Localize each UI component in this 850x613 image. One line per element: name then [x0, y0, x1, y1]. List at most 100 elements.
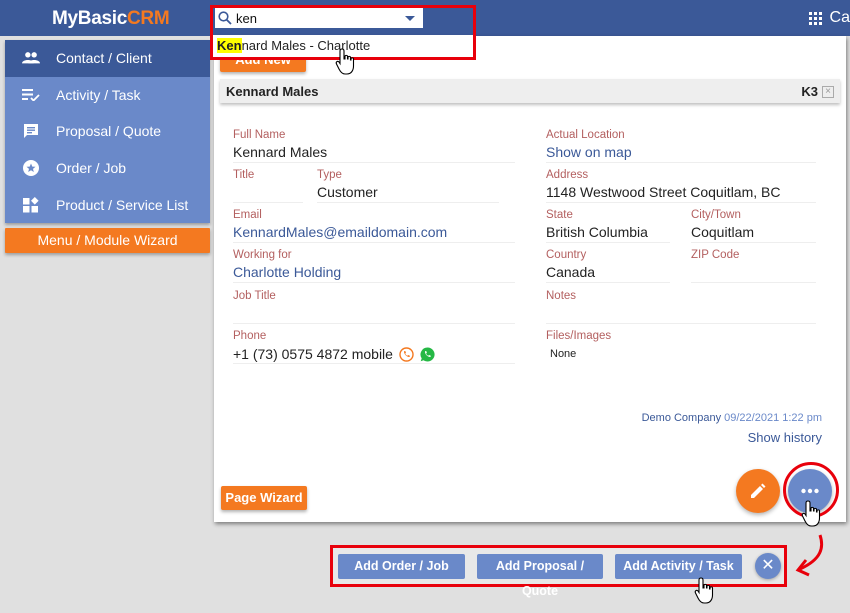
show-on-map-link[interactable]: Show on map [546, 144, 816, 163]
search-field[interactable] [215, 8, 423, 28]
search-result-item[interactable]: Kennard Males - Charlotte [213, 35, 475, 59]
pencil-icon [751, 483, 766, 498]
apps-label: Ca [829, 9, 850, 26]
field-value: British Columbia [546, 224, 670, 243]
add-activity-task-button[interactable]: Add Activity / Task [615, 554, 742, 579]
people-icon [22, 49, 40, 67]
contact-detail-card: Add New Kennard Males K3 × Full Name Ken… [214, 36, 846, 522]
field-address: Address 1148 Westwood Street Coquitlam, … [546, 169, 816, 203]
sidebar-item-label: Product / Service List [56, 196, 189, 213]
sidebar: Contact / Client Activity / Task Proposa… [5, 40, 210, 223]
sidebar-item-activity-task[interactable]: Activity / Task [5, 77, 210, 114]
sidebar-item-product-service-list[interactable]: Product / Service List [5, 186, 210, 223]
field-zip: ZIP Code [691, 249, 816, 283]
close-icon[interactable]: × [822, 85, 834, 98]
field-email: Email KennardMales@emaildomain.com [233, 209, 515, 243]
record-title: Kennard Males [226, 84, 319, 99]
field-city: City/Town Coquitlam [691, 209, 816, 243]
company-link[interactable]: Charlotte Holding [233, 264, 515, 283]
chevron-down-icon[interactable] [405, 16, 415, 21]
field-label: Files/Images [546, 330, 612, 342]
search-result-text: nard Males - Charlotte [241, 38, 371, 53]
field-state: State British Columbia [546, 209, 670, 243]
field-job-title: Job Title [233, 290, 515, 324]
record-code: K3 [801, 84, 818, 99]
field-country: Country Canada [546, 249, 670, 283]
star-circle-icon [22, 159, 40, 177]
meta-company: Demo Company [641, 412, 722, 424]
meta-date: 09/22/2021 1:22 pm [724, 412, 822, 424]
app-logo[interactable]: MyBasicCRM [52, 8, 170, 30]
sidebar-item-proposal-quote[interactable]: Proposal / Quote [5, 113, 210, 150]
sidebar-item-label: Order / Job [56, 160, 127, 177]
field-label: Email [233, 209, 262, 221]
quick-actions-bar: Add Order / Job Add Proposal / Quote Add… [330, 545, 787, 598]
sidebar-item-order-job[interactable]: Order / Job [5, 150, 210, 187]
field-label: State [546, 209, 573, 221]
sidebar-item-label: Contact / Client [56, 50, 152, 67]
field-value [546, 305, 816, 324]
field-actual-location: Actual Location Show on map [546, 129, 816, 163]
search-match-highlight: Ken [217, 38, 242, 53]
field-label: Working for [233, 249, 292, 261]
more-horizontal-icon [801, 488, 819, 494]
field-full-name: Full Name Kennard Males [233, 129, 515, 163]
top-bar: MyBasicCRM Ca [0, 0, 850, 36]
logo-text-main: MyBasic [52, 8, 127, 29]
logo-text-accent: CRM [127, 8, 170, 29]
field-title: Title [233, 169, 303, 203]
search-icon [218, 11, 232, 25]
edit-button[interactable] [736, 469, 780, 513]
sidebar-item-label: Activity / Task [56, 86, 141, 103]
field-working-for: Working for Charlotte Holding [233, 249, 515, 283]
field-value: Coquitlam [691, 224, 816, 243]
sidebar-item-label: Proposal / Quote [56, 123, 162, 140]
field-value: Kennard Males [233, 144, 515, 163]
record-header: Kennard Males K3 × [220, 79, 840, 103]
add-order-job-button[interactable]: Add Order / Job [338, 554, 465, 579]
record-code-area: K3 × [801, 84, 834, 99]
comment-icon [22, 122, 40, 140]
field-label: Notes [546, 290, 577, 302]
show-history-link[interactable]: Show history [748, 430, 822, 445]
add-proposal-quote-button[interactable]: Add Proposal / Quote [477, 554, 603, 598]
more-options-button[interactable] [788, 469, 832, 513]
apps-menu[interactable]: Ca [808, 9, 850, 27]
field-value: 1148 Westwood Street Coquitlam, BC [546, 184, 816, 203]
field-label: City/Town [691, 209, 741, 221]
field-label: Actual Location [546, 129, 625, 141]
field-value [691, 264, 816, 283]
whatsapp-icon[interactable] [420, 346, 435, 362]
phone-value: +1 (73) 0575 4872 mobile [233, 346, 393, 362]
phone-call-icon[interactable] [399, 346, 414, 362]
close-actions-button[interactable]: ✕ [755, 553, 781, 579]
field-label: Phone [233, 330, 267, 342]
field-label: Country [546, 249, 587, 261]
field-value [233, 184, 303, 203]
page-wizard-button[interactable]: Page Wizard [221, 486, 307, 510]
apps-grid-icon [808, 11, 822, 25]
field-label: Address [546, 169, 589, 181]
field-label: Title [233, 169, 255, 181]
record-meta: Demo Company 09/22/2021 1:22 pm [642, 412, 822, 424]
menu-module-wizard-button[interactable]: Menu / Module Wizard [5, 228, 210, 253]
field-value [233, 305, 515, 324]
sidebar-item-contact-client[interactable]: Contact / Client [5, 40, 210, 77]
field-value: Canada [546, 264, 670, 283]
checklist-icon [22, 86, 40, 104]
field-label: Job Title [233, 290, 276, 302]
field-type: Type Customer [317, 169, 499, 203]
field-label: ZIP Code [691, 249, 740, 261]
field-value: None [550, 348, 577, 360]
widgets-icon [22, 196, 40, 214]
field-value: Customer [317, 184, 499, 203]
field-notes: Notes [546, 290, 816, 324]
annotation-arrow-icon [795, 534, 824, 577]
field-files-images: Files/Images None [546, 330, 816, 364]
phone-row: +1 (73) 0575 4872 mobile [233, 345, 515, 364]
field-label: Full Name [233, 129, 286, 141]
search-input[interactable] [236, 10, 396, 26]
field-label: Type [317, 169, 342, 181]
email-link[interactable]: KennardMales@emaildomain.com [233, 224, 515, 243]
field-phone: Phone +1 (73) 0575 4872 mobile [233, 330, 515, 364]
